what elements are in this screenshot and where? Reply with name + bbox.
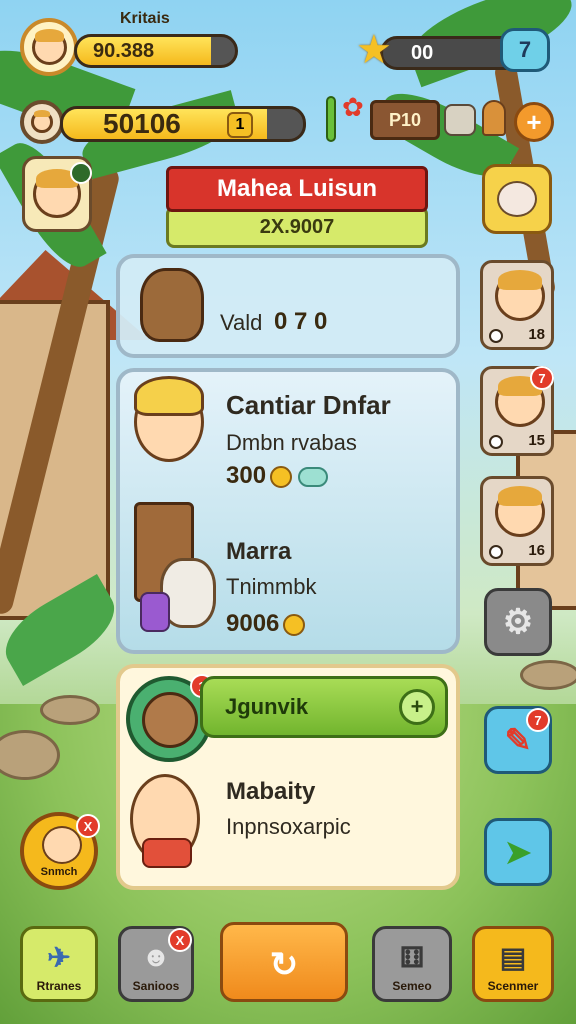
map-icon: ✈ (47, 942, 71, 973)
quest-char-subtitle: Inpnsoxarpic (226, 814, 351, 839)
level-badge: 1 (227, 112, 253, 138)
character-1-subtitle: Dmbn rvabas (226, 430, 357, 455)
bag-icon (482, 100, 506, 136)
coin-icon (270, 465, 293, 488)
nav-map-button[interactable]: ✈ Rtranes (20, 926, 98, 1002)
character-2-title: Marra (226, 538, 292, 565)
resource-value: 0 7 0 (274, 308, 328, 335)
side-character-card-1[interactable]: 18 (480, 260, 554, 350)
resource-panel[interactable]: Vald 0 7 0 (116, 254, 460, 358)
star-icon: ★ (356, 28, 392, 72)
refresh-icon: ↻ (269, 946, 299, 984)
rock (40, 695, 100, 725)
nav-notes-button[interactable]: ▤ Scenmer (472, 926, 554, 1002)
flower-icon: ✿ (342, 92, 364, 122)
quest-plus-button[interactable]: + (399, 689, 435, 725)
banner-title: Mahea Luisun (166, 166, 428, 212)
cat-icon (497, 181, 537, 217)
search-character-label: Snmch (40, 866, 78, 878)
side-card-value: 15 (528, 432, 545, 449)
quest-action-bar[interactable]: Jgunvik + (200, 676, 448, 738)
quest-avatar-face (142, 692, 198, 748)
character-1-value: 300 (226, 462, 329, 490)
arrow-icon: ➤ (504, 834, 532, 870)
character-2-value: 9006 (226, 610, 306, 638)
rock (520, 660, 576, 690)
search-character-face (42, 826, 82, 864)
character-2-subtitle: Tnimmbk (226, 574, 317, 599)
nav-home-button[interactable]: ↻ (220, 922, 348, 1002)
nav-label: Semeo (392, 979, 432, 993)
energy-bar-value: 50106 (103, 108, 181, 139)
edit-badge: 7 (526, 708, 550, 732)
hair (134, 376, 204, 416)
search-character-badge: X (76, 814, 100, 838)
side-card-value: 16 (528, 542, 545, 559)
energy-icon (20, 100, 64, 144)
coin-icon (283, 613, 306, 636)
nav-pets-badge: X (168, 928, 192, 952)
resource-label: Vald (220, 310, 263, 335)
portrait-status-icon (70, 162, 92, 184)
energy-bar: 50106 1 (60, 106, 306, 142)
side-character-card-3[interactable]: 16 (480, 476, 554, 566)
bear-character (140, 268, 204, 342)
dress (142, 838, 192, 868)
star-shop-button[interactable]: 7 (500, 28, 550, 72)
nav-label: Sanioos (132, 979, 180, 993)
side-card-badge: 7 (530, 366, 554, 390)
share-button[interactable]: ➤ (484, 818, 552, 886)
backpack-icon (140, 592, 170, 632)
add-resource-button[interactable]: + (514, 102, 554, 142)
gold-bar-value: 90.388 (93, 39, 155, 62)
player-avatar[interactable] (20, 18, 78, 76)
stone-icon (444, 104, 476, 136)
status-dot (489, 435, 503, 449)
quest-action-label: Jgunvik (225, 694, 309, 719)
character-list-panel: Cantiar Dnfar Dmbn rvabas 300 Marra Tnim… (116, 368, 460, 654)
side-card-value: 18 (528, 326, 545, 343)
status-dot (489, 545, 503, 559)
wood-sign: P10 (370, 100, 440, 140)
quest-char-title: Mabaity (226, 778, 316, 805)
title-banner: 2X.9007 Mahea Luisun (166, 160, 428, 250)
side-card-face (495, 270, 545, 321)
character-1-title: Cantiar Dnfar (226, 390, 391, 420)
nav-label: Rtranes (36, 979, 82, 993)
banner-subtitle: 2X.9007 (166, 206, 428, 248)
pet-icon: ☻ (141, 941, 171, 972)
nav-games-button[interactable]: ⚅ Semeo (372, 926, 452, 1002)
character-2-value-text: 9006 (226, 610, 280, 637)
dice-icon: ⚅ (399, 942, 425, 973)
gem-icon (298, 466, 329, 487)
pet-button[interactable] (482, 164, 552, 234)
energy-icon-face (31, 110, 53, 133)
status-dot (489, 329, 503, 343)
plant-icon (326, 96, 336, 142)
settings-button[interactable]: ⚙ (484, 588, 552, 656)
avatar-face (31, 28, 67, 65)
notes-icon: ▤ (499, 942, 527, 973)
gear-icon: ⚙ (502, 603, 534, 641)
player-name: Kritais (120, 10, 170, 27)
gold-bar: 90.388 (74, 34, 238, 68)
character-1-value-text: 300 (226, 462, 267, 489)
nav-label: Scenmer (487, 979, 539, 993)
side-card-face (495, 486, 545, 537)
